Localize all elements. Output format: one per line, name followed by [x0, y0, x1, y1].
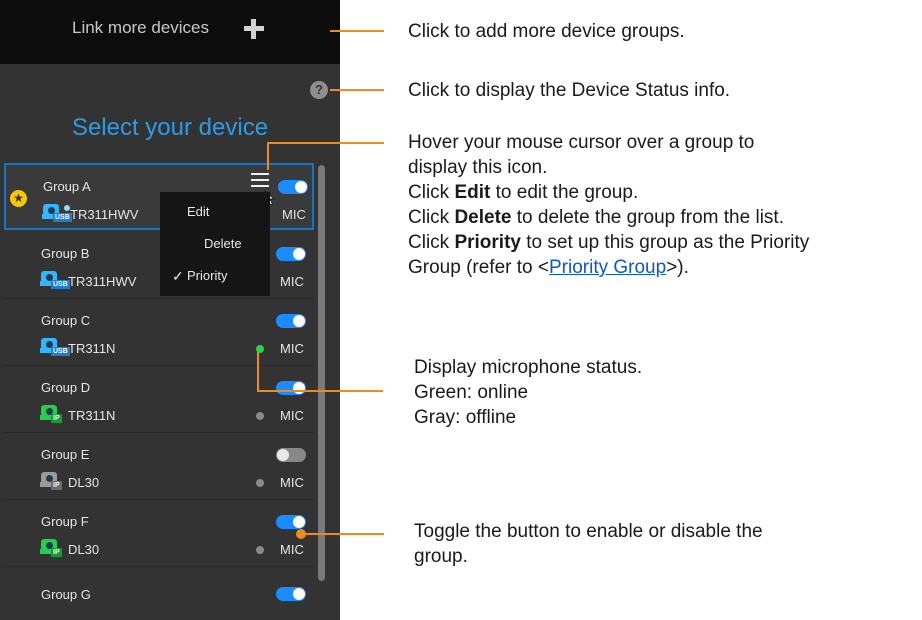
device-model: TR311HWV: [70, 207, 139, 222]
mic-label: MIC: [280, 408, 304, 423]
group-enable-toggle[interactable]: [276, 381, 306, 395]
device-model: DL30: [68, 475, 100, 490]
scrollbar[interactable]: [318, 165, 328, 595]
plus-icon[interactable]: [244, 19, 264, 39]
scroll-thumb[interactable]: [318, 165, 325, 581]
group-enable-toggle[interactable]: [276, 247, 306, 261]
group-item[interactable]: Group G: [4, 567, 314, 620]
device-panel: Link more devices ? Select your device G…: [0, 0, 340, 620]
callout-line: Hover your mouse cursor over a group to: [408, 132, 755, 153]
group-name: Group G: [41, 587, 91, 602]
leader-line: [267, 142, 269, 170]
mic-label: MIC: [280, 274, 304, 289]
usb-camera-icon: USB: [40, 337, 70, 357]
leader-line: [330, 30, 384, 32]
device-model: DL30: [68, 542, 100, 557]
mic-status-dot: [256, 412, 264, 420]
link-more-devices-label: Link more devices: [72, 18, 210, 37]
priority-star-icon: ★: [10, 190, 27, 207]
group-enable-toggle[interactable]: [278, 180, 308, 194]
group-enable-toggle[interactable]: [276, 587, 306, 601]
group-enable-toggle[interactable]: [276, 448, 306, 462]
leader-line: [330, 89, 384, 91]
group-name: Group F: [41, 514, 89, 529]
usb-camera-icon: USB: [40, 270, 70, 290]
callout-line: display this icon.: [408, 157, 548, 178]
menu-item-label: Edit: [187, 204, 210, 219]
device-model: TR311N: [68, 341, 116, 356]
ip-camera-icon: IP: [40, 471, 68, 491]
mic-label: MIC: [280, 341, 304, 356]
group-enable-toggle[interactable]: [276, 314, 306, 328]
callout-line: Click Priority to set up this group as t…: [408, 232, 810, 253]
callout-line: Display microphone status.: [414, 357, 643, 378]
priority-group-link[interactable]: Priority Group: [549, 257, 666, 278]
group-name: Group B: [41, 246, 90, 261]
mic-status-dot: [256, 546, 264, 554]
menu-item-label: Delete: [204, 236, 242, 251]
leader-end-dot: [296, 529, 306, 539]
group-item[interactable]: Group C USB TR311N MIC: [4, 299, 314, 366]
ip-camera-icon: IP: [40, 538, 68, 558]
group-name: Group A: [43, 179, 91, 194]
leader-line: [268, 142, 384, 144]
device-model: TR311HWV: [68, 274, 137, 289]
callout-mic-status: Display microphone status. Green: online…: [414, 355, 642, 430]
callout-toggle: Toggle the button to enable or disable t…: [414, 519, 763, 569]
group-name: Group D: [41, 380, 91, 395]
callout-line: Click Delete to delete the group from th…: [408, 207, 784, 228]
menu-item-edit[interactable]: Edit: [160, 204, 270, 230]
mic-label: MIC: [280, 475, 304, 490]
menu-item-label: Priority: [187, 268, 228, 283]
page-title: Select your device: [71, 114, 269, 141]
mic-label: MIC: [282, 207, 306, 222]
link-more-devices-bar[interactable]: Link more devices: [0, 0, 340, 64]
usb-camera-icon: USB: [42, 203, 72, 223]
callout-hover-menu: Hover your mouse cursor over a group to …: [408, 130, 809, 280]
mic-label: MIC: [280, 542, 304, 557]
menu-item-priority[interactable]: ✓ Priority: [160, 268, 270, 294]
group-enable-toggle[interactable]: [276, 515, 306, 529]
callout-help: Click to display the Device Status info.: [408, 80, 731, 101]
menu-item-delete[interactable]: Delete: [160, 236, 270, 262]
callout-line: Group (refer to <Priority Group>).: [408, 257, 689, 278]
checkmark-icon: ✓: [172, 268, 184, 284]
callout-line: Toggle the button to enable or disable t…: [414, 521, 763, 542]
ip-camera-icon: IP: [40, 404, 68, 424]
leader-line: [257, 390, 383, 392]
callout-line: group.: [414, 546, 468, 567]
leader-line: [257, 352, 259, 392]
mic-status-dot: [256, 479, 264, 487]
group-item[interactable]: Group E IP DL30 MIC: [4, 433, 314, 500]
callout-line: Green: online: [414, 382, 529, 403]
device-model: TR311N: [68, 408, 116, 423]
group-context-menu: Edit Delete ✓ Priority: [160, 192, 270, 296]
callout-line: Gray: offline: [414, 407, 517, 428]
group-name: Group C: [41, 313, 91, 328]
callout-line: Click Edit to edit the group.: [408, 182, 639, 203]
hamburger-menu-icon[interactable]: [251, 173, 269, 187]
leader-line: [300, 533, 384, 535]
help-icon[interactable]: ?: [310, 81, 328, 99]
group-item[interactable]: Group F IP DL30 MIC: [4, 500, 314, 567]
group-name: Group E: [41, 447, 90, 462]
callout-link-more: Click to add more device groups.: [408, 21, 685, 42]
group-item[interactable]: Group D IP TR311N MIC: [4, 366, 314, 433]
